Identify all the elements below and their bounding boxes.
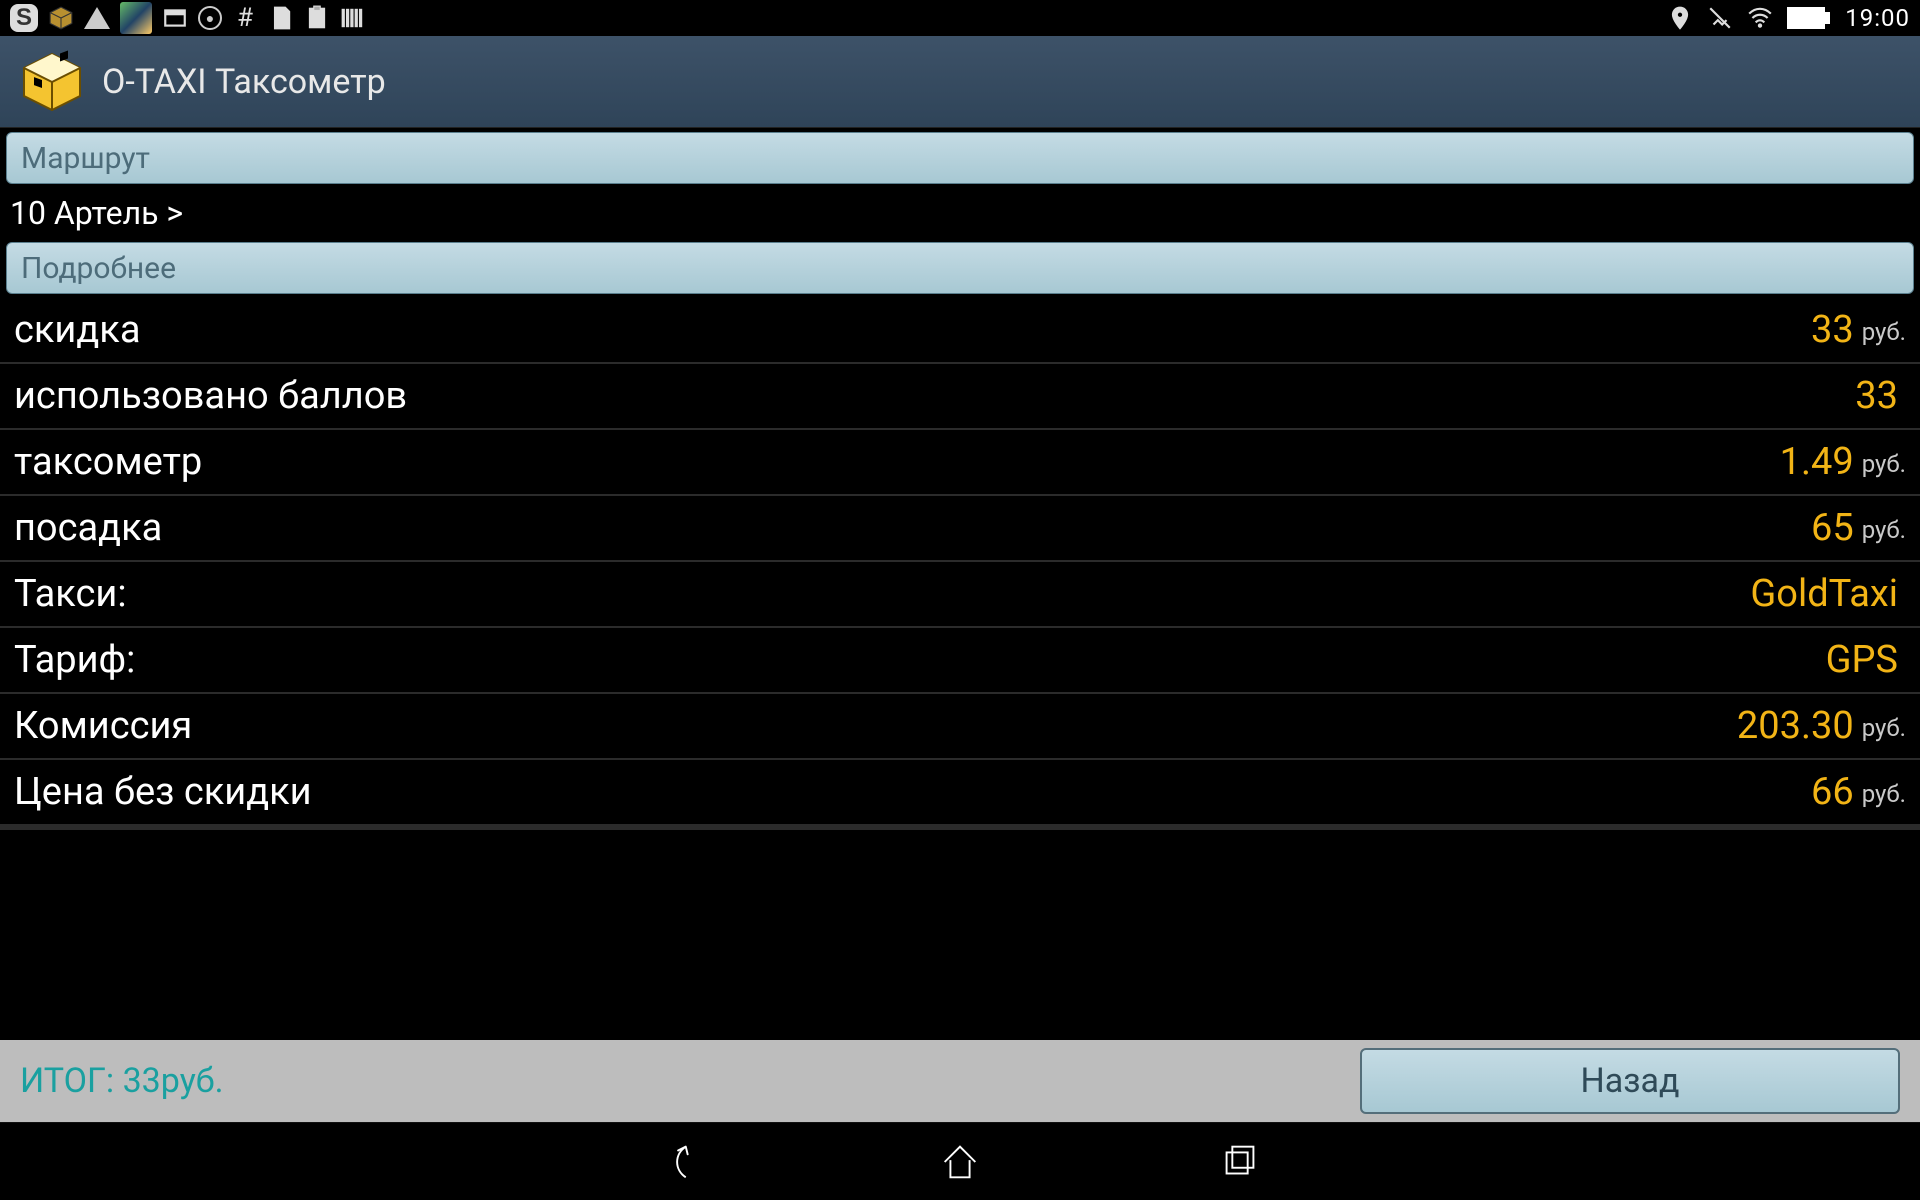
cube-icon — [48, 5, 74, 31]
row-value: 65 — [1811, 506, 1854, 550]
row-label: посадка — [14, 506, 1811, 550]
row-label: скидка — [14, 308, 1811, 352]
breadcrumb[interactable]: 10 Артель > — [0, 188, 1920, 238]
row-value: GPS — [1826, 638, 1898, 682]
nav-back-button[interactable] — [650, 1132, 710, 1192]
lock-circle-icon: ● — [198, 6, 222, 30]
row-label: Тариф: — [14, 638, 1826, 682]
list-item: Цена без скидки 66 руб. — [0, 760, 1920, 830]
row-unit: руб. — [1862, 516, 1906, 544]
vibrate-icon — [1707, 5, 1733, 31]
location-icon — [1667, 5, 1693, 31]
details-list: скидка 33 руб. использовано баллов 33 та… — [0, 298, 1920, 1040]
row-unit: руб. — [1862, 780, 1906, 808]
app-title: O-TAXI Таксометр — [102, 62, 386, 102]
row-unit: руб. — [1862, 318, 1906, 346]
status-left: S ● # — [10, 2, 366, 34]
row-unit: руб. — [1862, 714, 1906, 742]
screen: S ● # — [0, 0, 1920, 1200]
row-value: 66 — [1811, 770, 1854, 814]
app-icon — [20, 50, 84, 114]
status-time: 19:00 — [1845, 4, 1910, 32]
skype-icon: S — [10, 4, 38, 32]
wifi-icon — [1747, 5, 1773, 31]
window-icon — [162, 5, 188, 31]
barcode-icon — [340, 5, 366, 31]
nav-recent-button[interactable] — [1210, 1132, 1270, 1192]
list-item: использовано баллов 33 — [0, 364, 1920, 430]
row-value: 33 — [1855, 374, 1898, 418]
sd-card-icon — [268, 5, 294, 31]
row-value: 203.30 — [1737, 704, 1854, 748]
details-section-header[interactable]: Подробнее — [6, 242, 1914, 294]
row-label: Цена без скидки — [14, 770, 1811, 814]
back-button[interactable]: Назад — [1360, 1048, 1900, 1114]
hash-icon: # — [232, 5, 258, 31]
row-unit: руб. — [1862, 450, 1906, 478]
list-item: таксометр 1.49 руб. — [0, 430, 1920, 496]
warning-icon — [84, 5, 110, 31]
app-bar: O-TAXI Таксометр — [0, 36, 1920, 128]
list-item: скидка 33 руб. — [0, 298, 1920, 364]
nav-home-button[interactable] — [930, 1132, 990, 1192]
list-item: Такси: GoldTaxi — [0, 562, 1920, 628]
row-label: Комиссия — [14, 704, 1737, 748]
status-right: 19:00 — [1667, 4, 1910, 32]
row-value: GoldTaxi — [1750, 572, 1898, 616]
row-label: использовано баллов — [14, 374, 1855, 418]
list-item: Комиссия 203.30 руб. — [0, 694, 1920, 760]
row-value: 33 — [1811, 308, 1854, 352]
row-value: 1.49 — [1780, 440, 1854, 484]
list-item: Тариф: GPS — [0, 628, 1920, 694]
total-label: ИТОГ: 33руб. — [20, 1061, 1340, 1101]
status-bar: S ● # — [0, 0, 1920, 36]
list-item: посадка 65 руб. — [0, 496, 1920, 562]
footer-bar: ИТОГ: 33руб. Назад — [0, 1040, 1920, 1122]
route-section-header[interactable]: Маршрут — [6, 132, 1914, 184]
row-label: таксометр — [14, 440, 1780, 484]
clipboard-icon — [304, 5, 330, 31]
photo-thumb-icon — [120, 2, 152, 34]
row-label: Такси: — [14, 572, 1750, 616]
system-nav-bar — [0, 1122, 1920, 1200]
battery-icon — [1787, 7, 1825, 29]
